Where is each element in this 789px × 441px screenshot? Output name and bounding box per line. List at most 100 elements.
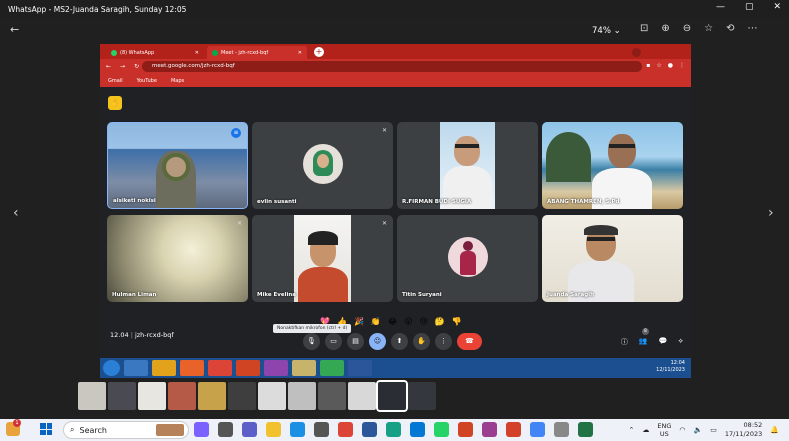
volume-icon[interactable]: 🔈 bbox=[693, 426, 702, 434]
favorite-icon[interactable]: ☆ bbox=[704, 23, 713, 34]
tab-close-icon[interactable]: ✕ bbox=[298, 50, 302, 56]
photos-icon[interactable] bbox=[554, 422, 569, 437]
windows7-start-icon[interactable] bbox=[103, 360, 120, 376]
close-icon[interactable]: ✕ bbox=[773, 2, 781, 12]
app-icon[interactable] bbox=[482, 422, 497, 437]
participant-tile[interactable]: ≡ alsiketi nokisi bbox=[107, 122, 248, 209]
camera-toggle-icon[interactable]: ▭ bbox=[325, 333, 342, 350]
chrome-icon[interactable] bbox=[530, 422, 545, 437]
media-icon[interactable] bbox=[292, 360, 316, 376]
ie-icon[interactable] bbox=[124, 360, 148, 376]
task-view-icon[interactable] bbox=[218, 422, 233, 437]
language-indicator[interactable]: ENG US bbox=[657, 422, 671, 438]
thumbnail[interactable] bbox=[318, 382, 346, 410]
bookmark-youtube[interactable]: YouTube bbox=[137, 78, 157, 84]
chrome-active-icon[interactable] bbox=[320, 360, 344, 376]
zoom-out-icon[interactable]: ⊖ bbox=[683, 23, 691, 34]
mic-toggle-icon[interactable]: 🎙 bbox=[303, 333, 320, 350]
participant-tile[interactable]: R.FIRMAN BUDI SUGIA bbox=[397, 122, 538, 209]
back-icon[interactable]: ← bbox=[106, 63, 111, 70]
participant-tile[interactable]: Juanda Saragih bbox=[542, 215, 683, 302]
raise-hand-icon[interactable]: ✋ bbox=[413, 333, 430, 350]
copilot-icon[interactable] bbox=[194, 422, 209, 437]
participant-tile[interactable]: ABANG THAMREN, S.Pd bbox=[542, 122, 683, 209]
share-icon[interactable]: ⟲ bbox=[726, 23, 734, 34]
present-screen-icon[interactable]: ⬆ bbox=[391, 333, 408, 350]
bookmark-gmail[interactable]: Gmail bbox=[108, 78, 123, 84]
reaction-thumbs-down[interactable]: 👎 bbox=[452, 317, 462, 326]
thumbnail[interactable] bbox=[198, 382, 226, 410]
zoom-in-icon[interactable]: ⊕ bbox=[661, 23, 669, 34]
tab-close-icon[interactable]: ✕ bbox=[195, 50, 199, 56]
file-explorer-icon[interactable] bbox=[266, 422, 281, 437]
notification-bell-icon[interactable]: 🔔 bbox=[770, 426, 779, 434]
participant-tile[interactable]: ✕ evlin susanti bbox=[252, 122, 393, 209]
wifi-icon[interactable]: ◠ bbox=[679, 426, 685, 434]
new-tab-icon[interactable]: + bbox=[314, 47, 324, 57]
bookmark-star-icon[interactable]: ☆ bbox=[656, 62, 661, 69]
bookmark-maps[interactable]: Maps bbox=[171, 78, 184, 84]
word-icon[interactable] bbox=[362, 422, 377, 437]
store-icon[interactable] bbox=[314, 422, 329, 437]
app-icon[interactable] bbox=[386, 422, 401, 437]
thumbnail[interactable] bbox=[228, 382, 256, 410]
next-image-icon[interactable]: › bbox=[768, 205, 774, 221]
emoji-reaction-icon[interactable]: ☺ bbox=[369, 333, 386, 350]
reaction-thinking[interactable]: 🤔 bbox=[435, 317, 445, 326]
fit-screen-icon[interactable]: ⊡ bbox=[640, 23, 648, 34]
activities-icon[interactable]: ⟡ bbox=[678, 337, 683, 347]
reaction-surprised[interactable]: 😮 bbox=[404, 317, 412, 326]
taskbar-search[interactable]: ⌕ Search bbox=[63, 421, 189, 439]
excel-icon[interactable] bbox=[578, 422, 593, 437]
thumbnail[interactable] bbox=[78, 382, 106, 410]
whatsapp-icon[interactable] bbox=[434, 422, 449, 437]
people-icon[interactable]: 👥 8 bbox=[639, 328, 649, 347]
taskbar-clock[interactable]: 08:52 17/11/2023 bbox=[725, 421, 762, 439]
firefox-icon[interactable] bbox=[180, 360, 204, 376]
thumbnail[interactable] bbox=[408, 382, 436, 410]
thumbnail[interactable] bbox=[108, 382, 136, 410]
participant-tile[interactable]: ✕ Mike Evelina bbox=[252, 215, 393, 302]
profile-icon[interactable]: ● bbox=[668, 62, 673, 69]
tab-meet[interactable]: Meet - jzh-rcxd-bqf ✕ bbox=[207, 46, 307, 59]
chrome-icon[interactable] bbox=[208, 360, 232, 376]
folder-icon[interactable] bbox=[152, 360, 176, 376]
thumbnail-selected[interactable] bbox=[376, 380, 408, 412]
thumbnail[interactable] bbox=[138, 382, 166, 410]
app-icon[interactable] bbox=[410, 422, 425, 437]
powerpoint-icon[interactable] bbox=[458, 422, 473, 437]
tab-whatsapp[interactable]: (8) WhatsApp ✕ bbox=[106, 46, 204, 59]
tab-search-icon[interactable] bbox=[632, 48, 641, 57]
camera-icon[interactable]: ▪ bbox=[646, 62, 650, 69]
reaction-laugh[interactable]: 😂 bbox=[388, 317, 397, 326]
zoom-level[interactable]: 74% ⌄ bbox=[592, 26, 621, 36]
thumbnail[interactable] bbox=[288, 382, 316, 410]
minimize-icon[interactable]: — bbox=[716, 2, 725, 12]
app-icon[interactable] bbox=[264, 360, 288, 376]
participant-tile[interactable]: ✕ Hulman Liman bbox=[107, 215, 248, 302]
cloud-icon[interactable]: ☁ bbox=[642, 426, 649, 434]
url-field[interactable]: meet.google.com/jzh-rcxd-bqf bbox=[142, 61, 642, 72]
forward-icon[interactable]: → bbox=[120, 63, 125, 70]
windows-start-icon[interactable] bbox=[40, 423, 52, 435]
captions-icon[interactable]: ▤ bbox=[347, 333, 364, 350]
chrome-icon[interactable] bbox=[338, 422, 353, 437]
reaction-clap[interactable]: 👏 bbox=[371, 317, 381, 326]
maximize-icon[interactable]: ▢ bbox=[745, 2, 754, 12]
more-options-icon[interactable]: ⋯ bbox=[748, 23, 758, 34]
word-icon[interactable] bbox=[348, 360, 372, 376]
reaction-sad[interactable]: 😢 bbox=[420, 317, 428, 326]
reaction-party[interactable]: 🎉 bbox=[354, 317, 364, 326]
thumbnail[interactable] bbox=[348, 382, 376, 410]
teams-icon[interactable] bbox=[242, 422, 257, 437]
previous-image-icon[interactable]: ‹ bbox=[13, 205, 19, 221]
app-icon[interactable] bbox=[506, 422, 521, 437]
participant-tile[interactable]: Titin Suryani bbox=[397, 215, 538, 302]
powerpoint-icon[interactable] bbox=[236, 360, 260, 376]
end-call-icon[interactable]: ☎ bbox=[457, 333, 482, 350]
battery-icon[interactable]: ▭ bbox=[710, 426, 717, 434]
thumbnail[interactable] bbox=[168, 382, 196, 410]
more-options-icon[interactable]: ⋮ bbox=[435, 333, 452, 350]
edge-icon[interactable] bbox=[290, 422, 305, 437]
chat-icon[interactable]: 💬 bbox=[659, 337, 668, 347]
